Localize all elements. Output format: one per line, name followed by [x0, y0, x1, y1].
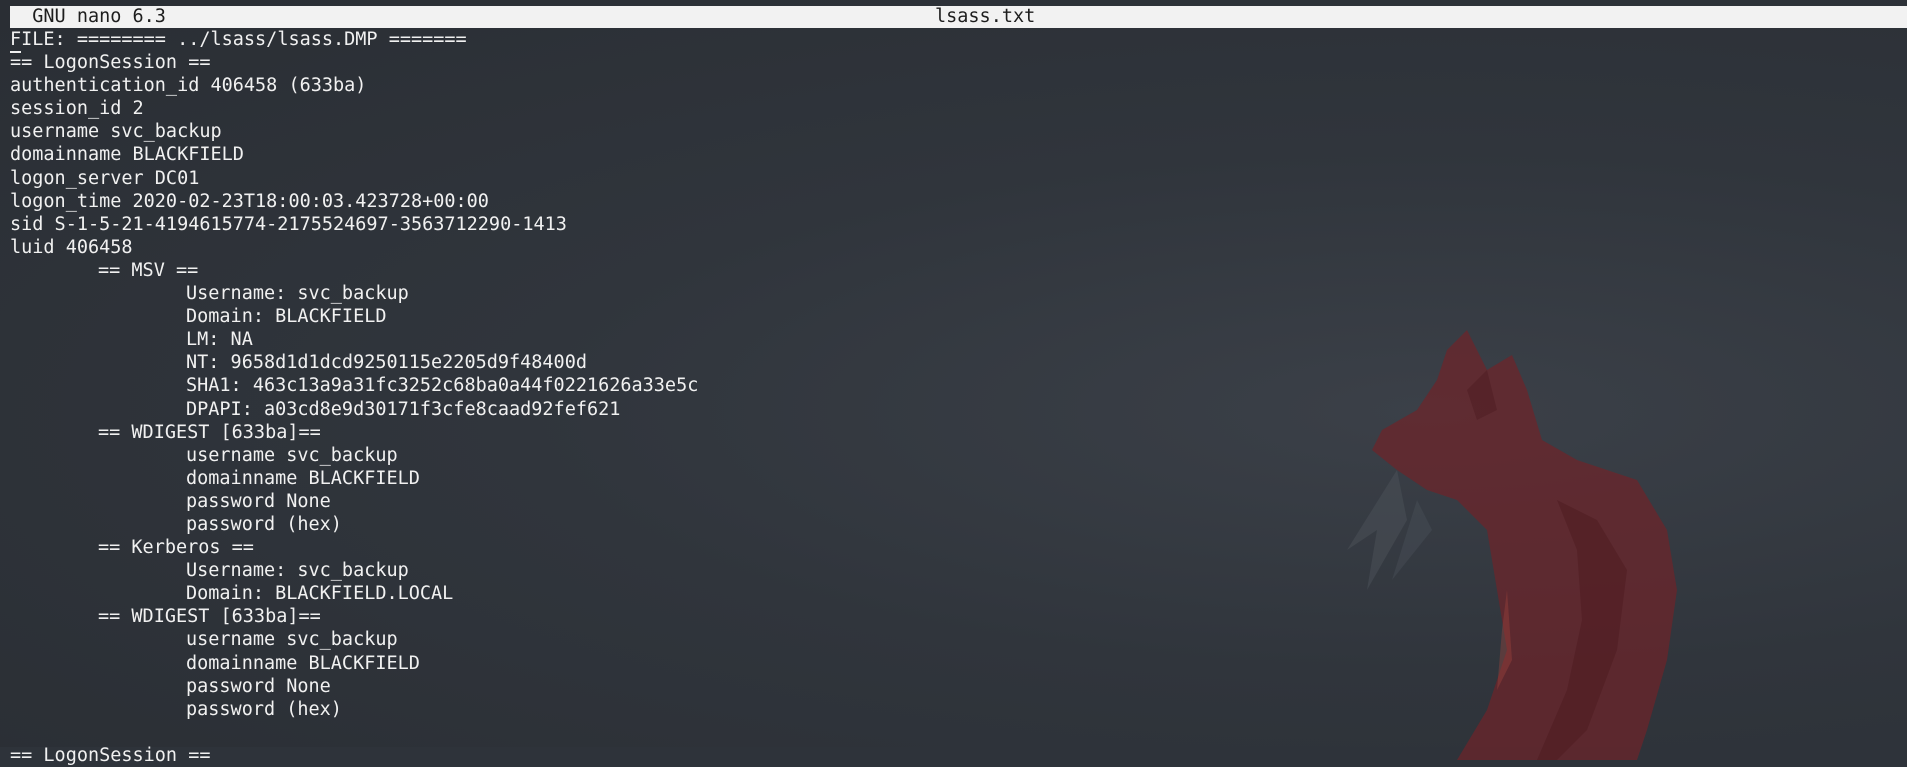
- editor-line[interactable]: == WDIGEST [633ba]==: [10, 421, 1907, 444]
- editor-line[interactable]: == Kerberos ==: [10, 536, 1907, 559]
- editor-line[interactable]: sid S-1-5-21-4194615774-2175524697-35637…: [10, 213, 1907, 236]
- editor-line[interactable]: Username: svc_backup: [10, 559, 1907, 582]
- editor-line[interactable]: username svc_backup: [10, 628, 1907, 651]
- editor-line-text: domainname BLACKFIELD: [10, 144, 244, 166]
- editor-line[interactable]: Domain: BLACKFIELD.LOCAL: [10, 582, 1907, 605]
- text-cursor: F: [10, 28, 22, 54]
- editor-line-text: DPAPI: a03cd8e9d30171f3cfe8caad92fef621: [186, 398, 621, 420]
- editor-line[interactable]: password None: [10, 675, 1907, 698]
- editor-line[interactable]: logon_server DC01: [10, 167, 1907, 190]
- editor-text-area[interactable]: FILE: ======== ../lsass/lsass.DMP ======…: [10, 28, 1907, 766]
- editor-line[interactable]: luid 406458: [10, 236, 1907, 259]
- editor-line-text: == WDIGEST [633ba]==: [98, 606, 321, 628]
- editor-line-text: ILE: ======== ../lsass/lsass.DMP =======: [21, 29, 467, 50]
- editor-line-text: Username: svc_backup: [186, 560, 409, 582]
- editor-line[interactable]: Username: svc_backup: [10, 282, 1907, 305]
- editor-line-text: domainname BLACKFIELD: [186, 652, 420, 674]
- editor-line[interactable]: authentication_id 406458 (633ba): [10, 74, 1907, 97]
- editor-line-text: Username: svc_backup: [186, 283, 409, 305]
- editor-line-text: sid S-1-5-21-4194615774-2175524697-35637…: [10, 213, 567, 235]
- editor-line[interactable]: password None: [10, 490, 1907, 513]
- editor-line-text: username svc_backup: [10, 121, 222, 143]
- editor-line[interactable]: username svc_backup: [10, 120, 1907, 143]
- editor-line-text: == WDIGEST [633ba]==: [98, 421, 321, 443]
- editor-line-text: SHA1: 463c13a9a31fc3252c68ba0a44f0221626…: [186, 375, 699, 397]
- editor-line-text: NT: 9658d1d1dcd9250115e2205d9f48400d: [186, 352, 587, 374]
- editor-line[interactable]: domainname BLACKFIELD: [10, 467, 1907, 490]
- editor-line-text: password (hex): [186, 698, 342, 720]
- editor-line[interactable]: == LogonSession ==: [10, 51, 1907, 74]
- editor-line-text: == Kerberos ==: [98, 537, 254, 559]
- editor-line-text: Domain: BLACKFIELD: [186, 306, 387, 328]
- editor-line-text: == LogonSession ==: [10, 52, 211, 74]
- nano-title-bar: GNU nano 6.3 lsass.txt: [10, 6, 1907, 28]
- editor-line-text: domainname BLACKFIELD: [186, 467, 420, 489]
- editor-line[interactable]: username svc_backup: [10, 444, 1907, 467]
- editor-line-text: == MSV ==: [98, 259, 199, 281]
- editor-line-text: == LogonSession ==: [10, 744, 211, 766]
- editor-line-text: password None: [186, 675, 331, 697]
- editor-line-text: password None: [186, 490, 331, 512]
- editor-line[interactable]: logon_time 2020-02-23T18:00:03.423728+00…: [10, 190, 1907, 213]
- editor-line[interactable]: == LogonSession ==: [10, 744, 1907, 767]
- editor-line[interactable]: session_id 2: [10, 97, 1907, 120]
- editor-line[interactable]: == MSV ==: [10, 259, 1907, 282]
- editor-line[interactable]: [10, 721, 1907, 744]
- editor-line-text: username svc_backup: [186, 629, 398, 651]
- editor-line-text: session_id 2: [10, 98, 144, 120]
- editor-line[interactable]: DPAPI: a03cd8e9d30171f3cfe8caad92fef621: [10, 398, 1907, 421]
- editor-line[interactable]: NT: 9658d1d1dcd9250115e2205d9f48400d: [10, 351, 1907, 374]
- editor-line-text: logon_time 2020-02-23T18:00:03.423728+00…: [10, 190, 489, 212]
- file-name: lsass.txt: [935, 6, 1036, 27]
- editor-line[interactable]: FILE: ======== ../lsass/lsass.DMP ======…: [10, 28, 1907, 54]
- editor-line[interactable]: Domain: BLACKFIELD: [10, 305, 1907, 328]
- editor-line-text: username svc_backup: [186, 444, 398, 466]
- editor-line-text: password (hex): [186, 513, 342, 535]
- editor-line[interactable]: LM: NA: [10, 328, 1907, 351]
- editor-line-text: LM: NA: [186, 329, 253, 351]
- editor-line[interactable]: == WDIGEST [633ba]==: [10, 605, 1907, 628]
- editor-line-text: logon_server DC01: [10, 167, 200, 189]
- editor-line-text: Domain: BLACKFIELD.LOCAL: [186, 583, 454, 605]
- editor-line-text: authentication_id 406458 (633ba): [10, 75, 367, 97]
- editor-line[interactable]: domainname BLACKFIELD: [10, 652, 1907, 675]
- editor-line[interactable]: password (hex): [10, 698, 1907, 721]
- editor-line-text: luid 406458: [10, 236, 133, 258]
- editor-line[interactable]: SHA1: 463c13a9a31fc3252c68ba0a44f0221626…: [10, 374, 1907, 397]
- app-title: GNU nano 6.3: [10, 6, 166, 27]
- editor-line[interactable]: password (hex): [10, 513, 1907, 536]
- editor-line[interactable]: domainname BLACKFIELD: [10, 143, 1907, 166]
